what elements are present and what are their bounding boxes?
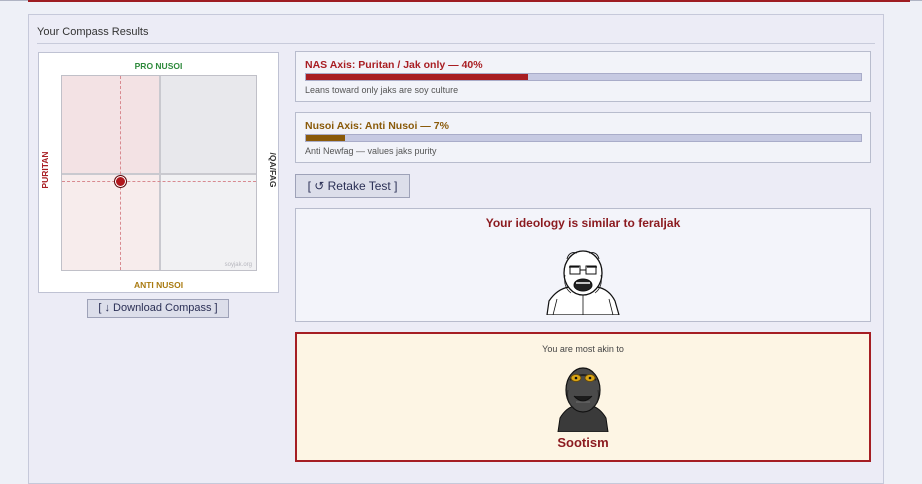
quadrant-top-right [159, 76, 256, 173]
compass-watermark: soyjak.org [224, 262, 252, 268]
position-guide-vertical [120, 76, 121, 270]
top-border [0, 0, 922, 2]
compass-top-label: PRO NUSOI [134, 61, 183, 71]
feraljak-image [546, 250, 620, 315]
akin-intro-text: You are most akin to [542, 344, 624, 354]
axis-progress-bar [305, 134, 862, 142]
axis-progress-bar [305, 73, 862, 81]
most-akin-result: You are most akin to Sootism [295, 332, 871, 462]
sootism-image [557, 367, 609, 432]
quadrant-bottom-right [159, 173, 256, 270]
axis-description: Leans toward only jaks are soy culture [305, 85, 459, 95]
compass-horizontal-axis [62, 173, 256, 175]
quadrant-bottom-left [62, 173, 159, 270]
download-compass-button[interactable]: [ ↓ Download Compass ] [87, 299, 229, 318]
compass-left-label: PURITAN [40, 151, 50, 189]
results-panel: Your Compass Results PRO NUSOI PURITAN /… [28, 14, 884, 484]
compass-grid: soyjak.org [61, 75, 257, 271]
political-compass: PRO NUSOI PURITAN /QA/FAG soyjak.org ANT… [38, 52, 279, 293]
result-position-marker [114, 175, 127, 188]
position-guide-horizontal [62, 181, 256, 182]
axis-progress-fill [306, 74, 528, 80]
axis-description: Anti Newfag — values jaks purity [305, 146, 437, 156]
ideology-result: Your ideology is similar to feraljak [295, 208, 871, 322]
panel-title: Your Compass Results [37, 26, 149, 38]
retake-test-button[interactable]: [ ↺ Retake Test ] [295, 174, 410, 198]
compass-bottom-label: ANTI NUSOI [133, 280, 184, 290]
axis-title: Nusoi Axis: Anti Nusoi — 7% [305, 120, 449, 132]
compass-right-label: /QA/FAG [268, 152, 278, 188]
axis-progress-fill [306, 135, 345, 141]
nas-axis-card: NAS Axis: Puritan / Jak only — 40% Leans… [295, 51, 871, 102]
nusoi-axis-card: Nusoi Axis: Anti Nusoi — 7% Anti Newfag … [295, 112, 871, 163]
panel-divider [37, 43, 875, 44]
quadrant-top-left [62, 76, 159, 173]
axis-title: NAS Axis: Puritan / Jak only — 40% [305, 59, 483, 71]
ideology-title: Your ideology is similar to feraljak [485, 216, 681, 230]
akin-name: Sootism [557, 435, 609, 450]
